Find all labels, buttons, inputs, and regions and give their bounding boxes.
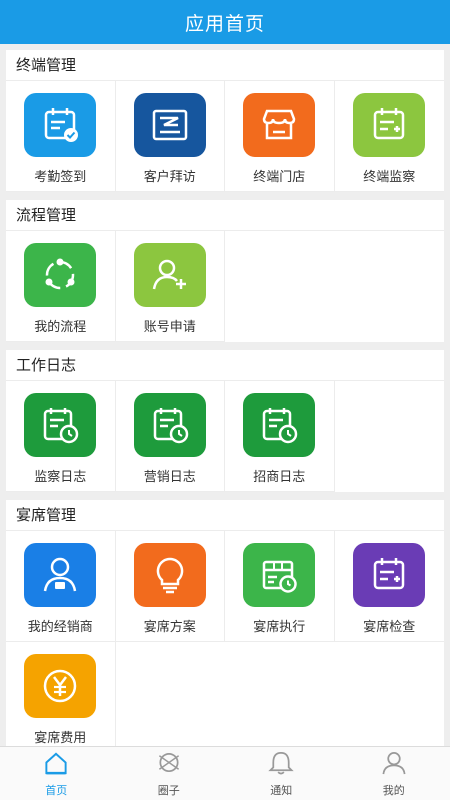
app-grid: 我的流程 账号申请 <box>6 231 444 342</box>
app-tile[interactable]: 客户拜访 <box>115 81 225 192</box>
share-flow-icon <box>24 243 97 307</box>
circle-compass-icon <box>155 750 183 780</box>
app-tile[interactable]: 营销日志 <box>115 381 225 492</box>
app-tile[interactable]: 宴席费用 <box>6 642 116 746</box>
section-2: 工作日志监察日志 营销日志 招商日志 <box>6 350 444 492</box>
app-tile-label: 宴席费用 <box>34 731 87 746</box>
tab-0[interactable]: 首页 <box>0 747 113 800</box>
empty-cell <box>225 231 335 342</box>
bottom-tab-bar: 首页 圈子 通知 我的 <box>0 746 450 800</box>
tab-1[interactable]: 圈子 <box>113 747 226 800</box>
section-3: 宴席管理我的经销商 宴席方案 宴席执行 宴席检查宴席费用 <box>6 500 444 746</box>
app-tile-label: 我的经销商 <box>27 620 93 635</box>
home-icon <box>42 750 70 780</box>
calendar-plus-icon <box>353 543 426 607</box>
user-icon <box>380 750 408 780</box>
app-tile-label: 招商日志 <box>253 470 306 485</box>
app-tile-label: 监察日志 <box>34 470 87 485</box>
page-title: 应用首页 <box>184 12 265 35</box>
app-header: 应用首页 <box>0 0 450 44</box>
user-add-icon <box>133 243 206 307</box>
tab-label: 通知 <box>270 783 293 797</box>
app-tile[interactable]: 我的流程 <box>6 231 116 342</box>
app-tile[interactable]: 宴席检查 <box>334 531 444 642</box>
sections-container: 终端管理 考勤签到 客户拜访 终端门店 终端监察 流程管理 我的流程 账号申请 工作日志 监察日志… <box>0 50 450 746</box>
app-grid: 我的经销商 宴席方案 宴席执行 宴席检查宴席费用 <box>6 531 444 746</box>
section-0: 终端管理考勤签到 客户拜访 终端门店 终端监察 <box>6 50 444 192</box>
yuan-coin-icon <box>24 654 97 718</box>
app-tile-label: 宴席方案 <box>143 620 196 635</box>
calendar-check-icon <box>24 93 97 157</box>
app-tile-label: 宴席检查 <box>363 620 416 635</box>
bell-icon <box>267 750 295 780</box>
app-tile-label: 终端监察 <box>363 170 416 185</box>
app-tile-label: 客户拜访 <box>143 170 196 185</box>
section-1: 流程管理我的流程 账号申请 <box>6 200 444 342</box>
tab-label: 圈子 <box>157 783 180 797</box>
app-tile-label: 账号申请 <box>143 320 196 335</box>
empty-cell <box>335 381 445 492</box>
app-grid: 监察日志 营销日志 招商日志 <box>6 381 444 492</box>
empty-cell <box>225 642 335 746</box>
app-tile[interactable]: 监察日志 <box>6 381 116 492</box>
tab-3[interactable]: 我的 <box>338 747 450 800</box>
section-title: 终端管理 <box>6 50 444 81</box>
app-tile[interactable]: 宴席方案 <box>115 531 225 642</box>
section-title: 宴席管理 <box>6 500 444 531</box>
empty-cell <box>116 642 226 746</box>
app-tile-label: 考勤签到 <box>34 170 87 185</box>
empty-cell <box>335 642 445 746</box>
main-scroll-area[interactable]: 终端管理 考勤签到 客户拜访 终端门店 终端监察 流程管理 我的流程 账号申请 工作日志 监察日志… <box>0 44 450 746</box>
empty-cell <box>335 231 445 342</box>
app-tile-label: 宴席执行 <box>253 620 306 635</box>
app-tile[interactable]: 我的经销商 <box>6 531 116 642</box>
log-clock-icon <box>243 393 316 457</box>
app-tile[interactable]: 终端监察 <box>334 81 444 192</box>
dealer-user-icon <box>24 543 97 607</box>
app-tile[interactable]: 考勤签到 <box>6 81 116 192</box>
tab-2[interactable]: 通知 <box>225 747 338 800</box>
tab-label: 我的 <box>382 783 405 797</box>
app-tile[interactable]: 终端门店 <box>225 81 335 192</box>
log-clock-icon <box>24 393 97 457</box>
app-tile-label: 终端门店 <box>253 170 306 185</box>
lightbulb-icon <box>133 543 206 607</box>
calendar-plus-icon <box>353 93 426 157</box>
app-tile-label: 营销日志 <box>143 470 196 485</box>
app-tile[interactable]: 账号申请 <box>115 231 225 342</box>
store-icon <box>243 93 316 157</box>
section-title: 流程管理 <box>6 200 444 231</box>
app-tile-label: 我的流程 <box>34 320 87 335</box>
section-title: 工作日志 <box>6 350 444 381</box>
log-clock-icon <box>133 393 206 457</box>
shop-sign-icon <box>133 93 206 157</box>
box-clock-icon <box>243 543 316 607</box>
app-grid: 考勤签到 客户拜访 终端门店 终端监察 <box>6 81 444 192</box>
tab-label: 首页 <box>45 783 68 797</box>
app-tile[interactable]: 宴席执行 <box>225 531 335 642</box>
app-tile[interactable]: 招商日志 <box>225 381 335 492</box>
